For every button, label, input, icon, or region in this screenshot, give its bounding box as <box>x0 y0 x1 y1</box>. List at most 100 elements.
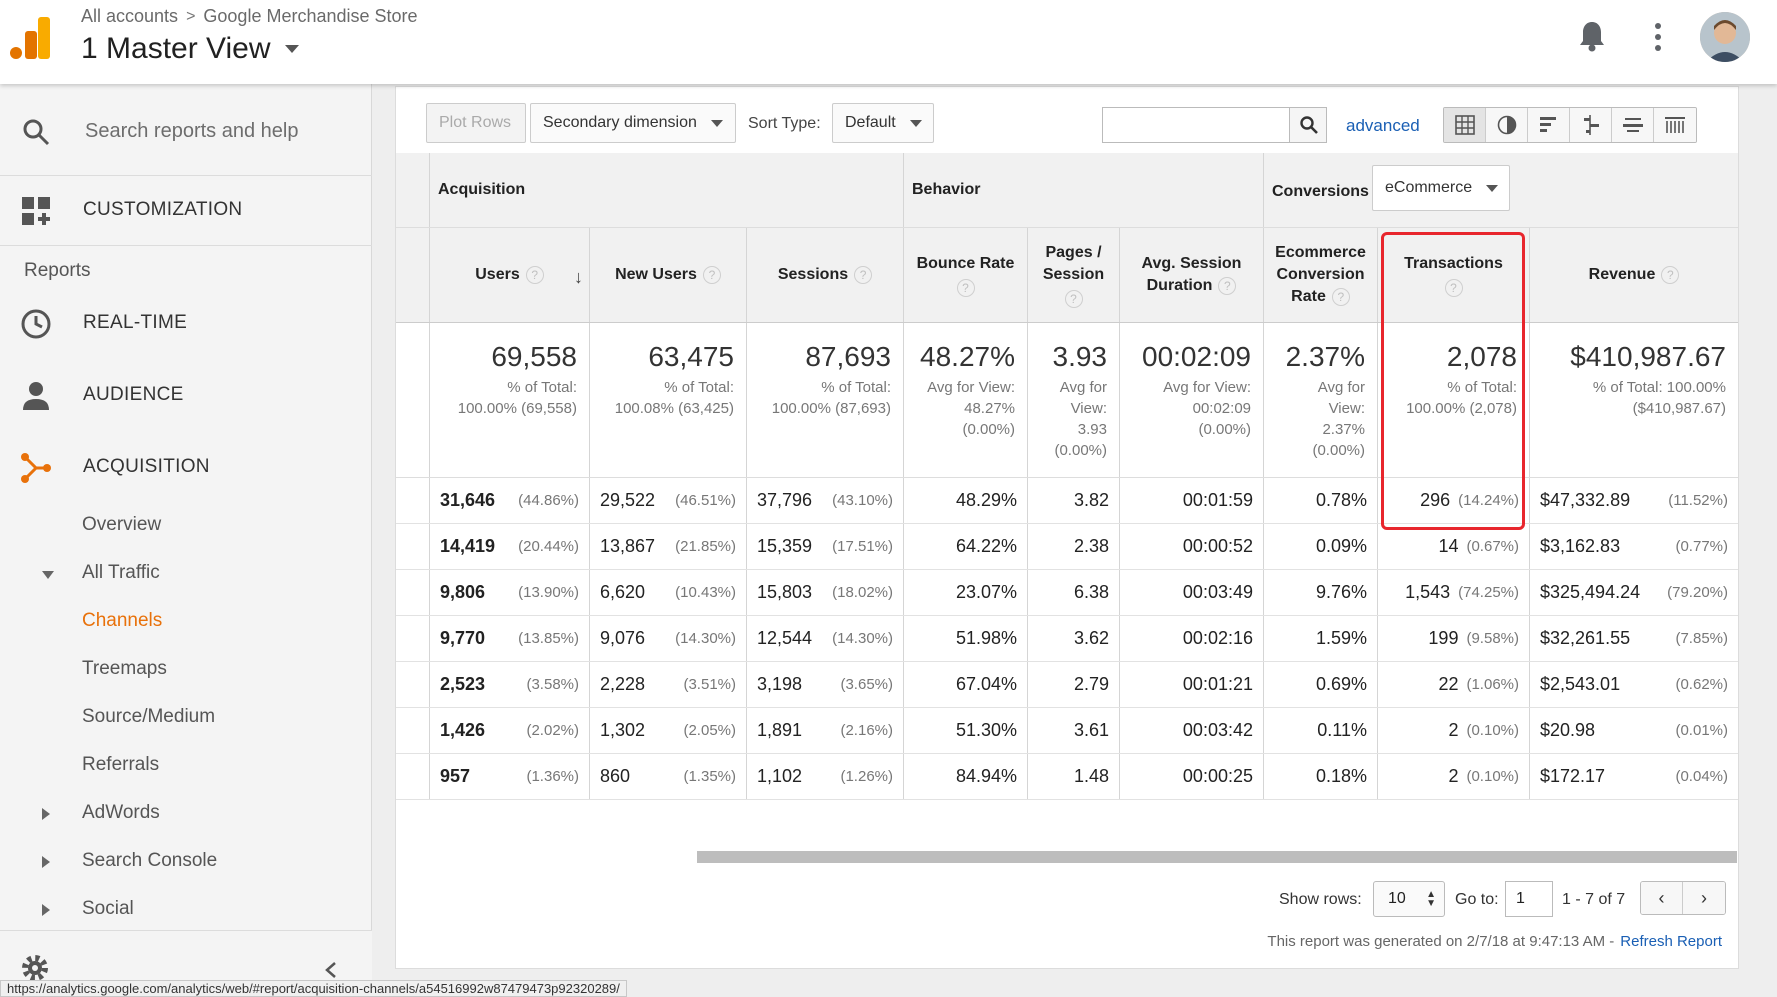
help-icon[interactable]: ? <box>854 266 873 284</box>
help-icon[interactable]: ? <box>956 279 975 297</box>
sort-type-select[interactable]: Default <box>832 103 934 143</box>
help-icon[interactable]: ? <box>1661 266 1680 284</box>
help-icon[interactable]: ? <box>1331 287 1350 306</box>
sidebar-item-audience[interactable]: AUDIENCE <box>0 366 372 426</box>
cell-value: 84.94% <box>955 766 1017 786</box>
table-row[interactable]: 31,646 (44.86%) 29,522 (46.51%) 37,796 (43.10… <box>396 478 1738 524</box>
col-header-ecommerce-conversion-rate[interactable]: Ecommerce Conversion Rate? <box>1264 228 1378 322</box>
cell-bounce: 51.30% <box>904 708 1028 753</box>
plot-rows-button[interactable]: Plot Rows <box>426 103 526 143</box>
cell-revenue: $32,261.55 (7.85%) <box>1530 616 1738 661</box>
cell-duration: 00:02:16 <box>1120 616 1264 661</box>
view-comparison-button[interactable] <box>1570 108 1612 142</box>
group-label: Conversions <box>1272 183 1369 200</box>
prev-page-button[interactable]: ‹ <box>1641 882 1683 914</box>
cell-users: 31,646 (44.86%) <box>430 478 590 523</box>
cell-value: 12,544 <box>757 628 813 648</box>
table-row[interactable]: 1,426 (2.02%) 1,302 (2.05%) 1,891 (2.16%) 51.3… <box>396 708 1738 754</box>
view-title: 1 Master View <box>81 32 271 65</box>
next-page-button[interactable]: › <box>1683 882 1725 914</box>
bell-icon[interactable] <box>1578 20 1606 52</box>
sidebar-subitem-all-traffic[interactable]: All Traffic <box>0 554 372 594</box>
sidebar-subitem-search-console[interactable]: Search Console <box>0 842 372 882</box>
cell-value: 6,620 <box>600 582 646 602</box>
help-icon[interactable]: ? <box>702 266 721 284</box>
view-performance-button[interactable] <box>1528 108 1570 142</box>
cell-percent: (1.26%) <box>840 768 893 785</box>
cell-revenue: $3,162.83 (0.77%) <box>1530 524 1738 569</box>
cell-value: 2,228 <box>600 674 646 694</box>
help-icon[interactable]: ? <box>1444 279 1463 297</box>
table-row[interactable]: 9,770 (13.85%) 9,076 (14.30%) 12,544 (14.30%)… <box>396 616 1738 662</box>
cell-value: 0.69% <box>1315 674 1367 694</box>
sidebar-item-customization[interactable]: CUSTOMIZATION <box>0 176 372 246</box>
table-row[interactable]: 9,806 (13.90%) 6,620 (10.43%) 15,803 (18.02%)… <box>396 570 1738 616</box>
cell-value: $47,332.89 <box>1540 490 1631 510</box>
cell-value: 00:02:16 <box>1182 628 1253 648</box>
cell-value: 1.59% <box>1315 628 1367 648</box>
col-header-transactions[interactable]: Transactions ? <box>1378 228 1530 322</box>
sidebar-search[interactable]: Search reports and help <box>0 84 372 176</box>
total-value: 2.37% <box>1285 341 1365 372</box>
show-rows-label: Show rows: <box>1279 891 1362 908</box>
goto-page-input[interactable]: 1 <box>1505 881 1553 917</box>
more-vert-icon[interactable] <box>1650 22 1666 52</box>
view-pie-button[interactable] <box>1486 108 1528 142</box>
col-header-bounce-rate[interactable]: Bounce Rate ? <box>904 228 1028 322</box>
help-icon[interactable]: ? <box>1218 276 1237 295</box>
total-value: 48.27% <box>920 341 1015 372</box>
total-note: 48.27% <box>964 400 1015 417</box>
breadcrumb-root[interactable]: All accounts <box>81 6 178 27</box>
col-header-sessions[interactable]: Sessions ? <box>747 228 904 322</box>
col-header-pages-session[interactable]: Pages / Session ? <box>1028 228 1120 322</box>
view-term-cloud-button[interactable] <box>1612 108 1654 142</box>
secondary-dimension-select[interactable]: Secondary dimension <box>530 103 736 143</box>
table-row[interactable]: 2,523 (3.58%) 2,228 (3.51%) 3,198 (3.65%) 67.0… <box>396 662 1738 708</box>
analytics-app: All accounts > Google Merchandise Store … <box>0 0 1777 997</box>
sidebar-subitem-channels[interactable]: Channels <box>0 602 372 642</box>
view-table-button[interactable] <box>1444 108 1486 142</box>
comparison-icon <box>1584 115 1599 135</box>
analytics-logo-icon[interactable] <box>10 17 52 59</box>
view-selector[interactable]: 1 Master View <box>81 32 299 66</box>
help-icon[interactable]: ? <box>1064 290 1083 308</box>
avatar[interactable] <box>1700 12 1750 62</box>
cell-new-users: 9,076 (14.30%) <box>590 616 747 661</box>
cell-value: 9,076 <box>600 628 646 648</box>
table-filter-input[interactable] <box>1102 107 1290 143</box>
col-header-avg-session-duration[interactable]: Avg. Session Duration? <box>1120 228 1264 322</box>
show-rows-select[interactable]: 10 ▲ ▼ <box>1373 881 1445 917</box>
col-header-new-users[interactable]: New Users ? <box>590 228 747 322</box>
horizontal-scrollbar[interactable] <box>697 851 1737 863</box>
cell-new-users: 6,620 (10.43%) <box>590 570 747 615</box>
account-breadcrumb[interactable]: All accounts > Google Merchandise Store <box>81 6 418 27</box>
breadcrumb-property[interactable]: Google Merchandise Store <box>203 6 417 27</box>
cell-value: 199 <box>1428 628 1459 648</box>
generated-text: This report was generated on 2/7/18 at 9… <box>1267 933 1615 950</box>
table-row[interactable]: 957 (1.36%) 860 (1.35%) 1,102 (1.26%) 84.94% 1.… <box>396 754 1738 800</box>
sidebar-subitem-referrals[interactable]: Referrals <box>0 746 372 786</box>
sidebar-subitem-treemaps[interactable]: Treemaps <box>0 650 372 690</box>
sidebar-item-realtime[interactable]: REAL-TIME <box>0 294 372 354</box>
total-value: 63,475 <box>648 341 734 372</box>
sidebar-subitem-adwords[interactable]: AdWords <box>0 794 372 834</box>
sort-type-label: Sort Type: <box>748 115 821 132</box>
conversions-type-select[interactable]: eCommerce <box>1372 165 1510 211</box>
table-row[interactable]: 14,419 (20.44%) 13,867 (21.85%) 15,359 (17.51… <box>396 524 1738 570</box>
cell-percent: (3.65%) <box>840 676 893 693</box>
refresh-report-link[interactable]: Refresh Report <box>1620 933 1722 950</box>
cell-percent: (2.16%) <box>840 722 893 739</box>
sidebar-item-acquisition[interactable]: ACQUISITION <box>0 438 372 498</box>
cell-value: 3.62 <box>1073 628 1109 648</box>
col-header-users[interactable]: Users ? ↓ <box>430 228 590 322</box>
table-filter-search-button[interactable] <box>1289 107 1327 143</box>
gear-icon[interactable] <box>20 953 50 983</box>
sidebar-subitem-overview[interactable]: Overview <box>0 506 372 546</box>
sidebar-subitem-social[interactable]: Social <box>0 890 372 930</box>
collapse-sidebar-icon[interactable] <box>324 961 338 979</box>
col-header-revenue[interactable]: Revenue ? <box>1530 228 1738 322</box>
help-icon[interactable]: ? <box>525 266 544 284</box>
advanced-filter-link[interactable]: advanced <box>1346 116 1420 136</box>
sidebar-subitem-source-medium[interactable]: Source/Medium <box>0 698 372 738</box>
view-pivot-button[interactable] <box>1654 108 1696 142</box>
